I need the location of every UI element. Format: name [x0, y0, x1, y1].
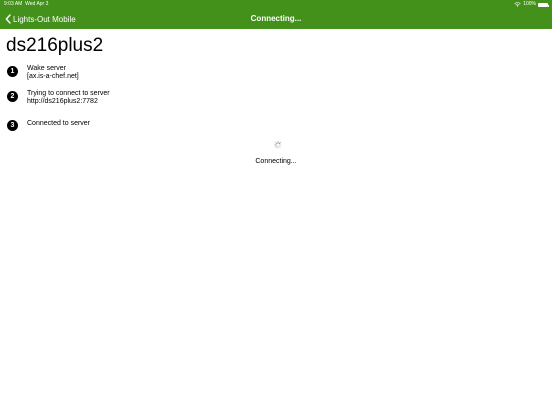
spinner-spoke	[278, 142, 281, 145]
step-number-badge: 1	[7, 66, 18, 77]
spinner-spoke	[278, 145, 281, 148]
nav-bar: Lights-Out Mobile Connecting...	[0, 9, 552, 29]
status-time: 9:03 AM	[4, 1, 23, 7]
step-number-badge: 2	[7, 91, 18, 102]
status-indicators: 100%	[514, 0, 549, 9]
server-name-title: ds216plus2	[6, 35, 104, 56]
step-detail: [ax.is-a-chef.net]	[27, 73, 79, 80]
step-text: Wake server [ax.is-a-chef.net]	[27, 65, 79, 81]
step-connected: 3 Connected to server	[7, 119, 90, 131]
status-time-date: 9:03 AM Wed Apr 3	[4, 0, 48, 9]
activity-spinner-icon	[274, 141, 282, 149]
nav-title: Connecting...	[250, 14, 302, 23]
status-bar: 9:03 AM Wed Apr 3 100%	[0, 0, 552, 9]
spinner-spoke	[275, 145, 278, 148]
status-date: Wed Apr 3	[25, 1, 49, 7]
battery-percent: 100%	[523, 1, 536, 7]
step-detail: http://ds216plus2:7782	[27, 98, 98, 105]
step-title: Trying to connect to server	[27, 90, 110, 97]
step-text: Trying to connect to server http://ds216…	[27, 90, 110, 106]
app-screen: 9:03 AM Wed Apr 3 100% Lights-Out Mobile…	[0, 0, 552, 414]
battery-icon	[538, 2, 549, 7]
spinner-spoke	[275, 142, 278, 145]
step-title: Connected to server	[27, 120, 91, 127]
step-connect-server: 2 Trying to connect to server http://ds2…	[7, 90, 110, 106]
step-text: Connected to server	[27, 120, 90, 128]
step-title: Wake server	[27, 65, 67, 72]
battery-fill	[539, 3, 547, 6]
header: 9:03 AM Wed Apr 3 100% Lights-Out Mobile…	[0, 0, 552, 29]
loading-label: Connecting...	[255, 158, 297, 165]
wifi-icon	[514, 2, 521, 7]
step-number-badge: 3	[7, 120, 18, 131]
step-wake-server: 1 Wake server [ax.is-a-chef.net]	[7, 65, 79, 81]
